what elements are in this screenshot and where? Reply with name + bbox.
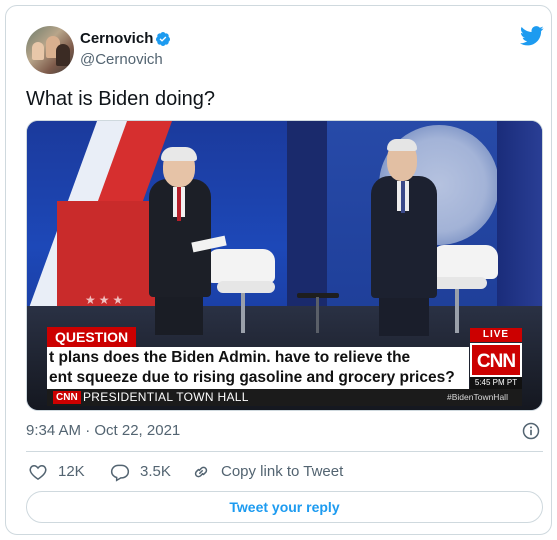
avatar-figure [32, 42, 44, 60]
person-moderator-legs [155, 295, 203, 335]
program-hashtag: #BidenTownHall [447, 392, 508, 402]
link-icon [194, 466, 208, 478]
like-count: 12K [58, 463, 85, 480]
person-speaker-hair [387, 139, 417, 151]
person-speaker-legs [379, 296, 429, 336]
copy-link-button[interactable]: Copy link to Tweet [191, 462, 343, 482]
chyron-line-2: ent squeeze due to rising gasoline and g… [49, 369, 455, 386]
cnn-logo: CNN [470, 343, 522, 377]
stage-curtain [497, 121, 542, 331]
chair-seat [429, 277, 487, 289]
chair-leg [455, 289, 459, 333]
cnn-small-logo: CNN [53, 391, 81, 404]
chair [432, 245, 498, 279]
side-table-leg [316, 297, 319, 333]
display-name[interactable]: Cernovich [80, 30, 153, 48]
tweet-text: What is Biden doing? [26, 88, 216, 110]
heart-icon [29, 464, 47, 480]
program-title: PRESIDENTIAL TOWN HALL [83, 390, 249, 404]
avatar-figure [56, 44, 70, 66]
tweet-timestamp[interactable]: 9:34 AM · Oct 22, 2021 [26, 422, 180, 440]
chair-seat [217, 281, 275, 293]
stars-decoration: ★★★ [85, 293, 127, 307]
copy-link-label: Copy link to Tweet [221, 463, 344, 480]
live-badge: LIVE [470, 328, 522, 342]
reply-bubble-icon [110, 464, 130, 482]
twitter-bird-icon[interactable] [520, 26, 544, 46]
like-button[interactable]: 12K [28, 462, 85, 482]
verified-badge-icon [155, 32, 170, 46]
reply-button[interactable]: 3.5K [110, 462, 171, 482]
person-moderator-tie [177, 187, 181, 221]
tweet-your-reply-button[interactable]: Tweet your reply [26, 491, 543, 523]
reply-count: 3.5K [140, 463, 171, 480]
chyron-question-tag: QUESTION [47, 327, 137, 347]
tweet-card: Cernovich @Cernovich What is Biden doing… [5, 5, 552, 535]
chyron-line-1: t plans does the Biden Admin. have to re… [49, 349, 411, 366]
chair [207, 249, 275, 283]
person-speaker-tie [401, 181, 405, 213]
info-icon[interactable] [521, 421, 541, 441]
avatar[interactable] [26, 26, 74, 74]
chyron-text-box: t plans does the Biden Admin. have to re… [47, 347, 469, 389]
video-media[interactable]: ★★★ QUESTION t plans does the Biden Admi… [26, 120, 543, 411]
person-moderator-hair [161, 147, 197, 161]
handle[interactable]: @Cernovich [80, 51, 163, 69]
chair-leg [241, 293, 245, 333]
broadcast-time: 5:45 PM PT [470, 377, 522, 389]
divider [26, 451, 543, 452]
